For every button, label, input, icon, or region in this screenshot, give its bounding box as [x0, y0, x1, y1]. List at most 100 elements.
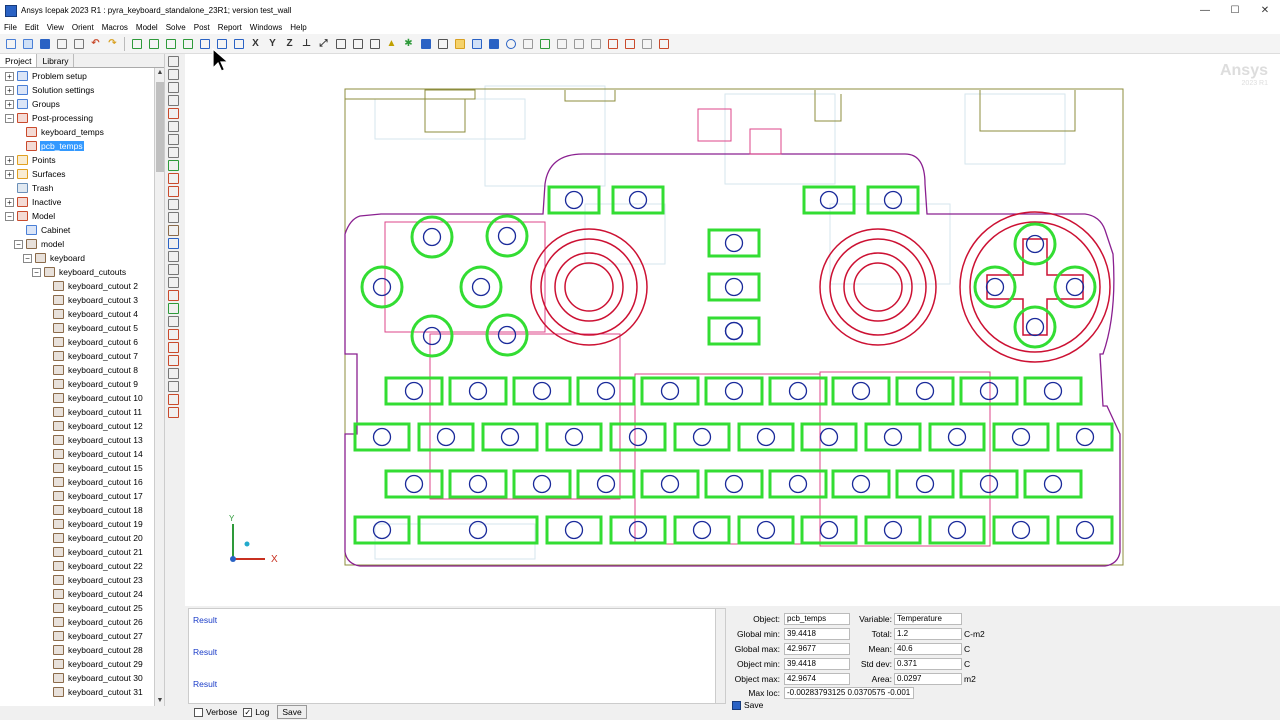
solve-settings-icon[interactable]	[436, 37, 450, 51]
message-scrollbar[interactable]	[715, 609, 725, 703]
tree-item[interactable]: keyboard_cutout 27	[41, 629, 144, 643]
pcb-scene[interactable]: XY	[185, 54, 1280, 606]
isosurface-icon[interactable]	[572, 37, 586, 51]
collapse-icon[interactable]: −	[5, 211, 14, 221]
create-object-icon[interactable]	[168, 95, 179, 106]
menu-model[interactable]: Model	[132, 21, 162, 34]
tree-item[interactable]: keyboard_cutout 6	[41, 335, 139, 349]
expand-icon[interactable]: +	[5, 71, 14, 81]
tree-item[interactable]: keyboard_cutout 10	[41, 391, 144, 405]
minimize-button[interactable]: —	[1190, 0, 1220, 21]
menu-edit[interactable]: Edit	[21, 21, 43, 34]
plot-icon[interactable]	[487, 37, 501, 51]
tree-item[interactable]: keyboard_cutout 28	[41, 643, 144, 657]
undo-icon[interactable]: ↶	[89, 37, 103, 51]
tab-library[interactable]: Library	[37, 54, 75, 67]
tree-item[interactable]: keyboard_cutout 3	[41, 293, 139, 307]
maximize-button[interactable]: ☐	[1220, 0, 1250, 21]
expand-icon[interactable]: +	[5, 85, 14, 95]
tree-item[interactable]: − Post-processing	[5, 111, 94, 125]
collapse-icon[interactable]: −	[32, 267, 41, 277]
tree-item[interactable]: keyboard_cutout 12	[41, 419, 144, 433]
expand-icon[interactable]: +	[5, 99, 14, 109]
graphics-viewport[interactable]: Ansys 2023 R1 X Y	[185, 54, 1280, 606]
create-object-icon[interactable]	[168, 303, 179, 314]
message-save-button[interactable]: Save	[277, 705, 307, 719]
z-axis-view-button[interactable]: Z	[283, 37, 297, 51]
history-icon[interactable]	[640, 37, 654, 51]
menu-solve[interactable]: Solve	[162, 21, 190, 34]
mesh-check-icon[interactable]: ✱	[402, 37, 416, 51]
tree-item[interactable]: keyboard_cutout 22	[41, 559, 144, 573]
tree-item[interactable]: keyboard_temps	[14, 125, 105, 139]
y-axis-view-button[interactable]: Y	[266, 37, 280, 51]
tree-item[interactable]: keyboard_cutout 17	[41, 489, 144, 503]
expand-icon[interactable]: +	[5, 197, 14, 207]
create-object-icon[interactable]	[168, 82, 179, 93]
zoom-box-icon[interactable]	[147, 37, 161, 51]
menu-view[interactable]: View	[43, 21, 68, 34]
isometric-view-icon[interactable]	[232, 37, 246, 51]
tree-item[interactable]: keyboard_cutout 4	[41, 307, 139, 321]
expand-icon[interactable]: +	[5, 169, 14, 179]
save-project-icon[interactable]	[38, 37, 52, 51]
create-object-icon[interactable]	[168, 342, 179, 353]
point-icon[interactable]	[555, 37, 569, 51]
tree-item[interactable]: Trash	[5, 181, 54, 195]
tree-item[interactable]: + Problem setup	[5, 69, 88, 83]
warning-icon[interactable]: ▲	[385, 37, 399, 51]
create-object-icon[interactable]	[168, 407, 179, 418]
create-object-icon[interactable]	[168, 316, 179, 327]
zoom-fit-icon[interactable]	[130, 37, 144, 51]
tree-item[interactable]: + Points	[5, 153, 57, 167]
scroll-down-arrow-icon[interactable]: ▼	[155, 696, 165, 706]
print-icon[interactable]	[55, 37, 69, 51]
tree-item[interactable]: keyboard_cutout 11	[41, 405, 143, 419]
create-object-icon[interactable]	[168, 238, 179, 249]
tree-scroll-thumb[interactable]	[156, 82, 164, 172]
menu-macros[interactable]: Macros	[98, 21, 132, 34]
section-view-icon[interactable]	[334, 37, 348, 51]
collapse-icon[interactable]: −	[5, 113, 14, 123]
create-object-icon[interactable]	[168, 121, 179, 132]
monitor-icon[interactable]	[419, 37, 433, 51]
object-face-icon[interactable]	[538, 37, 552, 51]
run-solution-icon[interactable]	[470, 37, 484, 51]
menu-windows[interactable]: Windows	[246, 21, 286, 34]
variable-value[interactable]: Temperature	[894, 613, 962, 625]
create-object-icon[interactable]	[168, 277, 179, 288]
tree-item[interactable]: keyboard_cutout 2	[41, 279, 139, 293]
tree-item[interactable]: keyboard_cutout 19	[41, 517, 144, 531]
tree-item[interactable]: keyboard_cutout 23	[41, 573, 144, 587]
tree-item[interactable]: keyboard_cutout 15	[41, 461, 144, 475]
object-value[interactable]: pcb_temps	[784, 613, 850, 625]
flip-view-icon[interactable]: ⤢	[317, 37, 331, 51]
tree-item[interactable]: keyboard_cutout 16	[41, 475, 144, 489]
view-box-icon[interactable]	[198, 37, 212, 51]
collapse-icon[interactable]: −	[23, 253, 32, 263]
create-object-icon[interactable]	[168, 290, 179, 301]
tree-item[interactable]: keyboard_cutout 8	[41, 363, 139, 377]
scroll-up-arrow-icon[interactable]: ▲	[155, 68, 165, 78]
tab-project[interactable]: Project	[0, 54, 38, 67]
create-object-icon[interactable]	[168, 251, 179, 262]
new-project-icon[interactable]	[4, 37, 18, 51]
create-object-icon[interactable]	[168, 381, 179, 392]
create-object-icon[interactable]	[168, 160, 179, 171]
tree-item[interactable]: − model	[14, 237, 65, 251]
tree-item[interactable]: + Inactive	[5, 195, 62, 209]
create-object-icon[interactable]	[168, 186, 179, 197]
create-object-icon[interactable]	[168, 108, 179, 119]
menu-post[interactable]: Post	[190, 21, 214, 34]
tree-item[interactable]: keyboard_cutout 29	[41, 657, 144, 671]
tree-item[interactable]: keyboard_cutout 13	[41, 433, 144, 447]
tree-item[interactable]: keyboard_cutout 21	[41, 545, 144, 559]
create-object-icon[interactable]	[168, 355, 179, 366]
fan-report-icon[interactable]	[623, 37, 637, 51]
orient-icon[interactable]	[351, 37, 365, 51]
open-project-icon[interactable]	[21, 37, 35, 51]
tree-item[interactable]: keyboard_cutout 5	[41, 321, 139, 335]
tree-scrollbar[interactable]: ▲ ▼	[154, 68, 164, 706]
tree-item[interactable]: keyboard_cutout 24	[41, 587, 144, 601]
mesh-icon[interactable]	[368, 37, 382, 51]
